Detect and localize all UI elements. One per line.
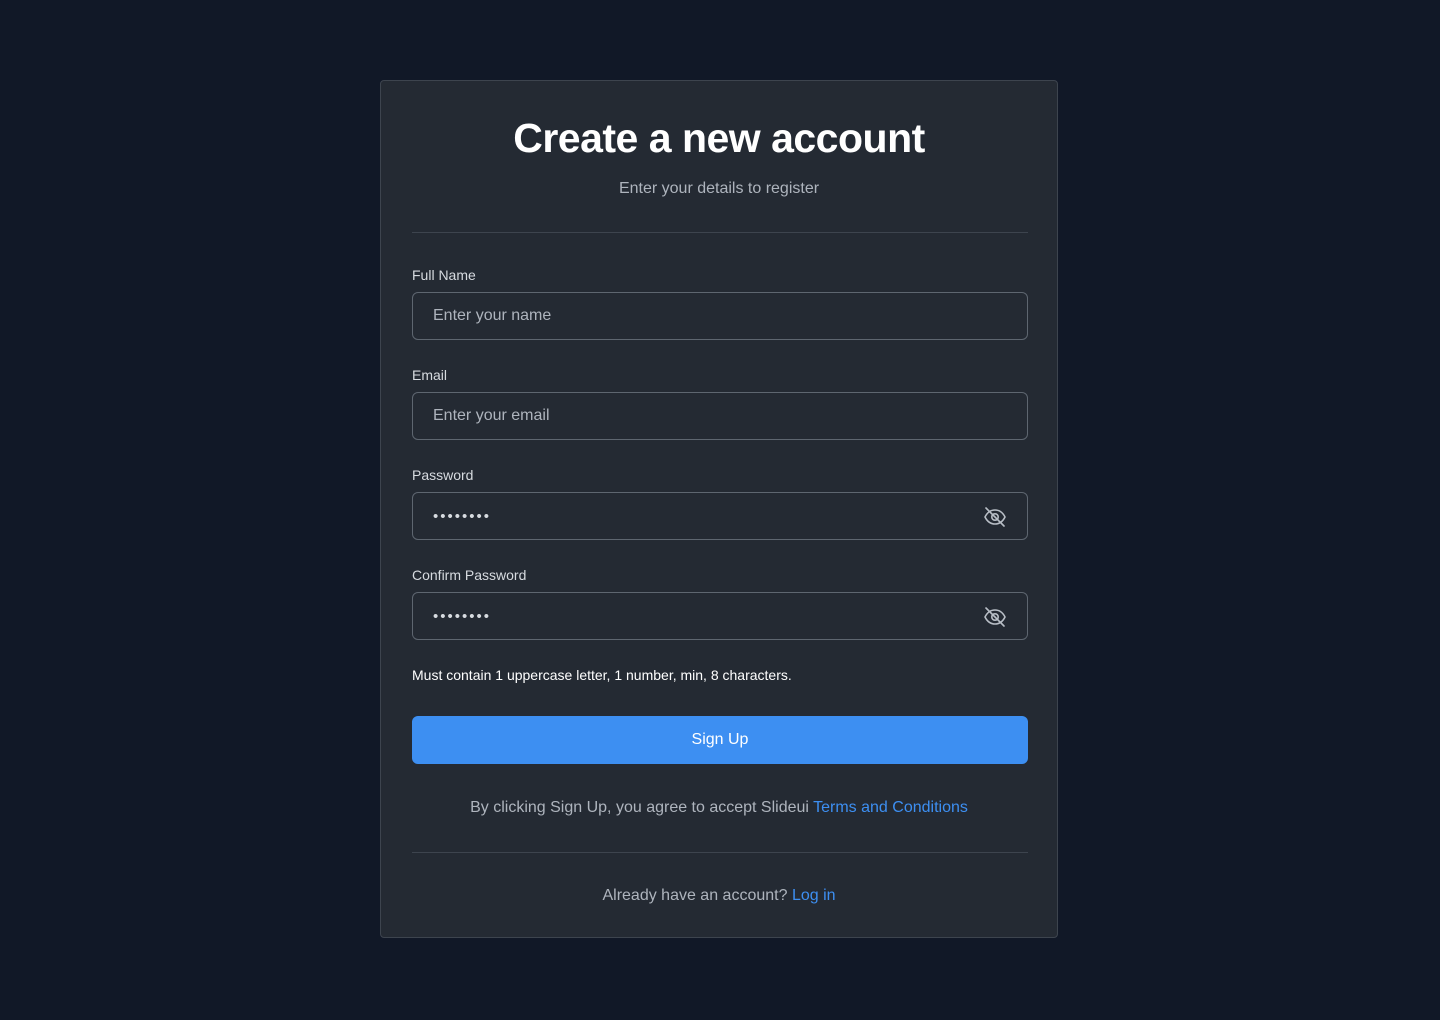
full-name-input[interactable] [413,293,1027,339]
password-field-wrapper [412,492,1028,540]
confirm-password-label: Confirm Password [412,567,527,583]
login-prompt: Already have an account? Log in [381,886,1057,906]
email-label: Email [412,367,448,383]
password-label: Password [412,467,474,483]
login-text: Already have an account? [602,887,792,904]
password-input[interactable] [413,493,1027,539]
password-visibility-toggle[interactable] [982,504,1008,530]
page-subtitle: Enter your details to register [618,180,820,197]
sign-up-button[interactable]: Sign Up [412,716,1028,764]
confirm-password-field-wrapper [412,592,1028,640]
eye-off-icon [984,607,1006,627]
header-divider [412,232,1028,233]
footer-divider [412,852,1028,853]
login-link[interactable]: Log in [792,887,836,904]
terms-notice: By clicking Sign Up, you agree to accept… [381,798,1057,818]
full-name-field-wrapper [412,292,1028,340]
email-input[interactable] [413,393,1027,439]
confirm-password-visibility-toggle[interactable] [982,604,1008,630]
confirm-password-input[interactable] [413,593,1027,639]
terms-link[interactable]: Terms and Conditions [813,799,968,816]
signup-card: Create a new account Enter your details … [380,80,1058,938]
email-field-wrapper [412,392,1028,440]
terms-text: By clicking Sign Up, you agree to accept… [470,799,814,816]
page-title: Create a new account [513,115,925,161]
full-name-label: Full Name [412,267,476,283]
eye-off-icon [984,507,1006,527]
password-hint: Must contain 1 uppercase letter, 1 numbe… [412,667,792,683]
